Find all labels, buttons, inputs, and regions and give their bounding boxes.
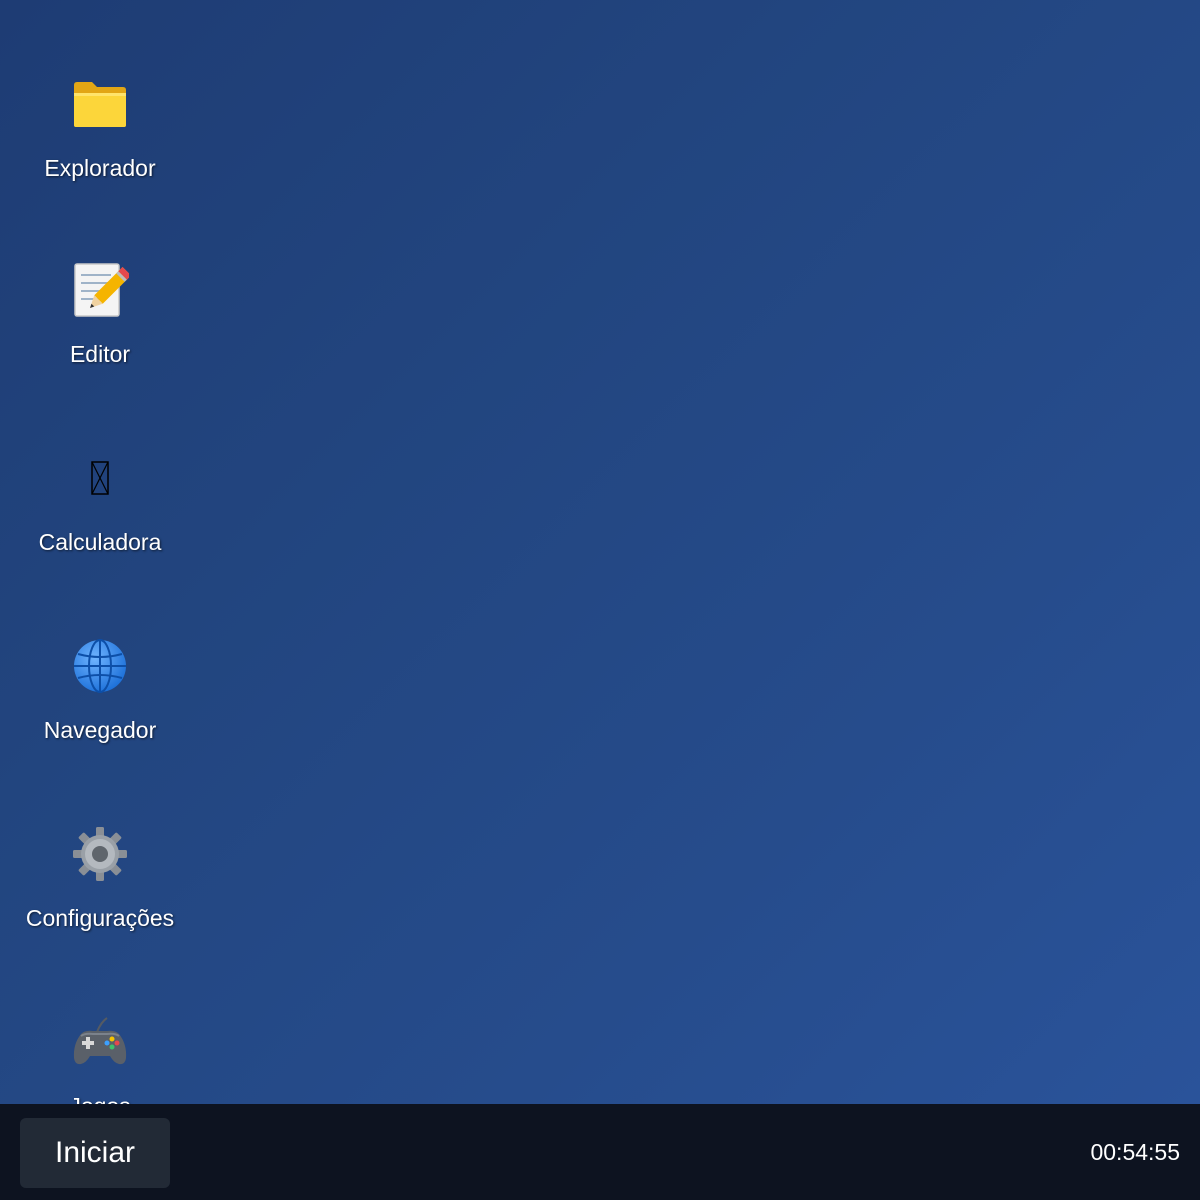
- desktop-icon-editor[interactable]: Editor: [0, 260, 200, 410]
- desktop-icon-navegador[interactable]: Navegador: [0, 636, 200, 786]
- desktop-icon-label: Jogos: [69, 1092, 130, 1104]
- calculator-missing-glyph-icon: [70, 448, 130, 508]
- start-button[interactable]: Iniciar: [20, 1118, 170, 1188]
- desktop-icon-explorador[interactable]: Explorador: [0, 74, 200, 224]
- gear-icon: [70, 824, 130, 884]
- taskbar: Iniciar 00:54:55: [0, 1104, 1200, 1200]
- desktop-icon-label: Editor: [69, 341, 131, 367]
- desktop-icon-label: Navegador: [43, 717, 157, 743]
- desktop-icon-calculadora[interactable]: Calculadora: [0, 448, 200, 598]
- desktop-icon-label: Calculadora: [38, 529, 162, 555]
- notepad-pencil-icon: [70, 260, 130, 320]
- clock: 00:54:55: [1090, 1139, 1180, 1165]
- globe-icon: [70, 636, 130, 696]
- folder-icon: [70, 74, 130, 134]
- desktop-icon-label: Explorador: [44, 155, 156, 181]
- desktop-icon-jogos[interactable]: Jogos: [0, 1012, 200, 1104]
- desktop: Explorador Editor Calculadora Navegador …: [0, 0, 1200, 1104]
- desktop-icon-configuracoes[interactable]: Configurações: [0, 824, 200, 974]
- desktop-icon-label: Configurações: [25, 905, 175, 931]
- gamepad-icon: [70, 1012, 130, 1072]
